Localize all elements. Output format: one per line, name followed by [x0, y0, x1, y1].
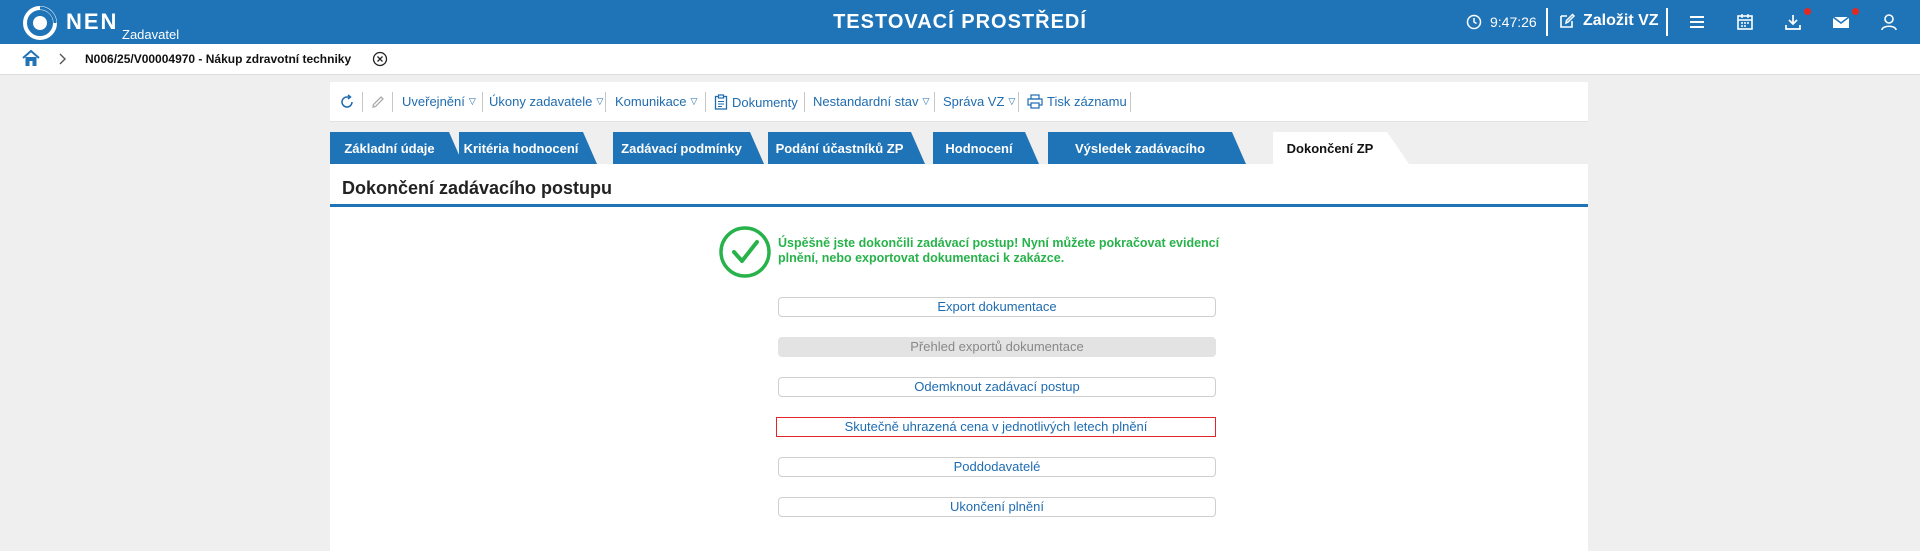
menu-uverejneni[interactable]: Uveřejnění ▽ — [402, 94, 476, 109]
menu-sprava-label: Správa VZ — [943, 94, 1005, 109]
menu-dokumenty-label: Dokumenty — [732, 94, 798, 110]
toolbar-divider — [392, 92, 393, 112]
tab-label: Základní údaje — [344, 141, 435, 156]
top-bar: NEN Zadavatel TESTOVACÍ PROSTŘEDÍ 9:47:2… — [0, 0, 1920, 44]
toolbar-divider — [934, 92, 935, 112]
tab-corner — [911, 132, 925, 164]
poddodavatele-button[interactable]: Poddodavatelé — [778, 457, 1216, 477]
tab-dokonceni-zp[interactable]: Dokončení ZP — [1273, 132, 1387, 164]
content-area: Dokončení zadávacího postupu — [330, 164, 1588, 551]
tab-label: Hodnocení — [945, 141, 1013, 156]
toolbar: Uveřejnění ▽ Úkony zadavatele ▽ Komunikace… — [330, 82, 1588, 122]
tab-corner — [1387, 132, 1409, 164]
tab-label: Zadávací podmínky — [621, 141, 742, 156]
new-vz-button[interactable]: Založit VZ — [1558, 12, 1659, 30]
title-divider — [330, 204, 1588, 207]
caret-down-icon: ▽ — [468, 96, 476, 106]
notification-dot — [1852, 8, 1859, 15]
tab-kriteria-hodnoceni[interactable]: Kritéria hodnocení — [459, 132, 583, 164]
menu-komunikace-label: Komunikace — [615, 94, 687, 109]
export-dokumentace-button[interactable]: Export dokumentace — [778, 297, 1216, 317]
tab-bar: Základní údaje Kritéria hodnocení Zadáva… — [330, 132, 1588, 190]
toolbar-divider — [1018, 92, 1019, 112]
menu-nestandardni-stav[interactable]: Nestandardní stav ▽ — [813, 94, 929, 109]
tab-zakladni-udaje[interactable]: Základní údaje — [330, 132, 449, 164]
clock-icon — [1466, 14, 1482, 30]
main-panel: Uveřejnění ▽ Úkony zadavatele ▽ Komunikace… — [330, 82, 1588, 551]
divider — [1546, 8, 1548, 36]
close-icon[interactable] — [372, 51, 388, 67]
breadcrumb-current[interactable]: N006/25/V00004970 - Nákup zdravotní tech… — [85, 52, 351, 66]
brand-subtitle: Zadavatel — [122, 27, 180, 42]
toolbar-divider — [705, 92, 706, 112]
notification-dot — [1804, 8, 1811, 15]
menu-dokumenty[interactable]: Dokumenty — [714, 94, 798, 110]
breadcrumb: N006/25/V00004970 - Nákup zdravotní tech… — [0, 44, 1920, 75]
menu-uverejneni-label: Uveřejnění — [402, 94, 465, 109]
menu-ukony-zadavatele[interactable]: Úkony zadavatele ▽ — [489, 94, 603, 109]
odemknout-postup-button[interactable]: Odemknout zadávací postup — [778, 377, 1216, 397]
calendar-icon[interactable] — [1735, 12, 1755, 32]
mail-icon[interactable] — [1831, 12, 1851, 32]
tab-vysledek[interactable]: Výsledek zadávacího postupu — [1048, 132, 1232, 190]
printer-icon — [1027, 94, 1043, 109]
clipboard-icon — [714, 94, 728, 110]
tab-corner — [750, 132, 764, 164]
caret-down-icon: ▽ — [1008, 96, 1016, 106]
download-icon[interactable] — [1783, 12, 1803, 32]
menu-ukony-label: Úkony zadavatele — [489, 94, 593, 109]
toolbar-divider — [605, 92, 606, 112]
clock-time: 9:47:26 — [1490, 14, 1537, 30]
divider — [1666, 8, 1668, 36]
tab-corner — [583, 132, 597, 164]
session-clock: 9:47:26 — [1466, 14, 1537, 30]
menu-icon[interactable] — [1687, 12, 1707, 32]
page-title: Dokončení zadávacího postupu — [342, 178, 613, 198]
menu-tisk-label: Tisk záznamu — [1047, 94, 1127, 109]
refresh-icon[interactable] — [339, 94, 355, 110]
success-check-icon — [719, 226, 771, 278]
prehled-exportu-button[interactable]: Přehled exportů dokumentace — [778, 337, 1216, 357]
brand-name: NEN — [66, 9, 119, 34]
success-message: Úspěšně jste dokončili zadávací postup! … — [778, 236, 1220, 265]
menu-nestandardni-label: Nestandardní stav — [813, 94, 919, 109]
toolbar-divider — [482, 92, 483, 112]
caret-down-icon: ▽ — [596, 96, 604, 106]
ukonceni-plneni-button[interactable]: Ukončení plnění — [778, 497, 1216, 517]
tab-corner — [1232, 132, 1246, 164]
nen-logo-icon[interactable] — [22, 5, 58, 41]
tab-podani-ucastniku[interactable]: Podání účastníků ZP — [768, 132, 911, 164]
caret-down-icon: ▽ — [690, 96, 698, 106]
new-vz-label: Založit VZ — [1583, 12, 1659, 29]
skutecne-uhrazena-cena-button[interactable]: Skutečně uhrazená cena v jednotlivých le… — [776, 417, 1216, 437]
menu-tisk-zaznamu[interactable]: Tisk záznamu — [1027, 94, 1127, 109]
tab-hodnoceni[interactable]: Hodnocení — [933, 132, 1025, 164]
chevron-right-icon — [59, 53, 66, 65]
pencil-icon[interactable] — [370, 94, 386, 110]
menu-komunikace[interactable]: Komunikace ▽ — [615, 94, 697, 109]
toolbar-divider — [362, 92, 363, 112]
tab-zadavaci-podminky[interactable]: Zadávací podmínky — [613, 132, 750, 164]
caret-down-icon: ▽ — [922, 96, 930, 106]
home-icon[interactable] — [22, 50, 40, 67]
tab-corner — [1025, 132, 1039, 164]
toolbar-divider — [804, 92, 805, 112]
toolbar-divider — [1130, 92, 1131, 112]
user-icon[interactable] — [1879, 12, 1899, 32]
tab-label: Kritéria hodnocení — [463, 141, 579, 156]
tab-label: Dokončení ZP — [1286, 141, 1374, 156]
edit-icon — [1560, 13, 1576, 28]
menu-sprava-vz[interactable]: Správa VZ ▽ — [943, 94, 1015, 109]
tab-label: Podání účastníků ZP — [775, 141, 904, 156]
